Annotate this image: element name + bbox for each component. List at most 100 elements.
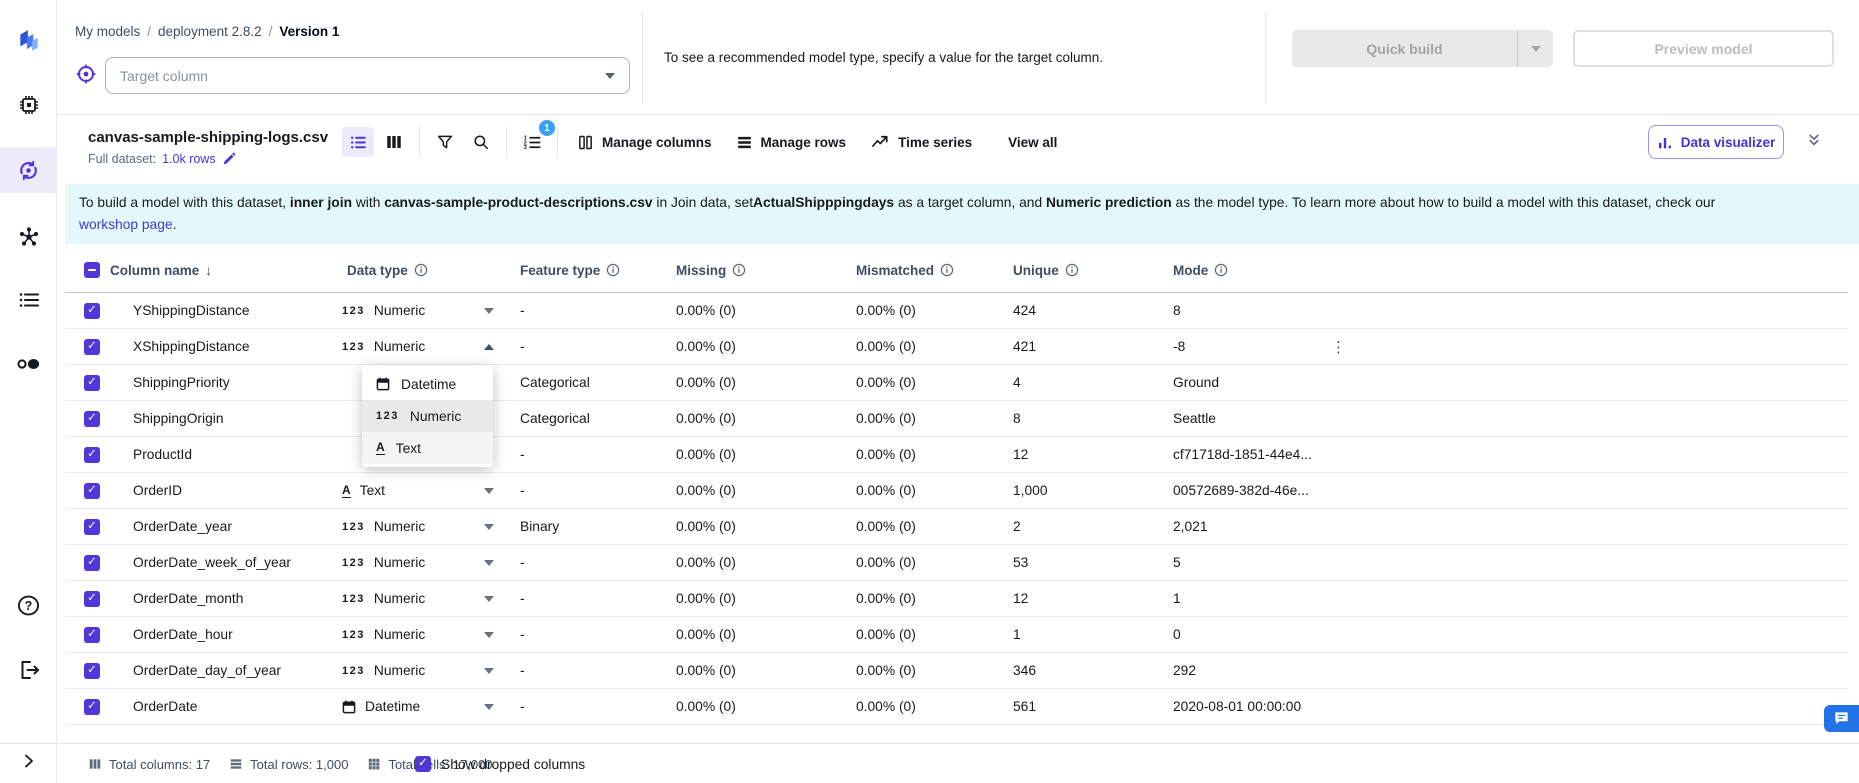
data-type-cell[interactable]: 123Numeric — [342, 663, 520, 678]
info-icon[interactable] — [732, 263, 746, 277]
data-type-chevron-up-icon[interactable] — [484, 344, 494, 350]
data-type-cell[interactable]: 123Numeric — [342, 591, 520, 606]
column-name-cell: YShippingDistance — [133, 303, 342, 318]
show-dropped-columns-checkbox[interactable]: ✓ — [415, 756, 431, 772]
missing-cell: 0.00% (0) — [676, 663, 856, 678]
custom-models-icon[interactable] — [0, 222, 57, 252]
grid-view-button[interactable] — [378, 127, 410, 157]
row-checkbox[interactable]: ✓ — [84, 627, 100, 643]
row-checkbox[interactable]: ✓ — [84, 519, 100, 535]
time-series-label: Time series — [898, 135, 972, 150]
sidebar-item-my-models[interactable] — [0, 147, 57, 193]
select-all-checkbox[interactable] — [84, 262, 100, 278]
list-view-button[interactable] — [342, 127, 374, 157]
manage-rows-icon — [736, 134, 753, 151]
row-actions-kebab-icon[interactable]: ⋮ — [1331, 329, 1346, 365]
info-icon[interactable] — [940, 263, 954, 277]
canvas-logo-icon — [16, 28, 42, 54]
data-type-chevron-down-icon[interactable] — [484, 308, 494, 314]
column-header-mismatched[interactable]: Mismatched — [856, 263, 1013, 278]
edit-pencil-icon[interactable] — [222, 152, 236, 166]
column-name-cell: XShippingDistance — [133, 339, 342, 354]
help-icon[interactable]: ? — [0, 590, 57, 620]
data-type-chevron-down-icon[interactable] — [484, 560, 494, 566]
text-type-icon: A — [342, 484, 351, 498]
sort-list-button[interactable]: 123 1 — [516, 127, 548, 157]
row-checkbox[interactable]: ✓ — [84, 447, 100, 463]
row-checkbox[interactable]: ✓ — [84, 555, 100, 571]
dropdown-item-numeric[interactable]: 123Numeric — [362, 400, 493, 432]
info-icon[interactable] — [414, 263, 428, 277]
column-header-mode[interactable]: Mode — [1173, 263, 1848, 278]
column-header-column-name[interactable]: Column name↓ — [110, 262, 342, 278]
cells-grid-icon — [367, 757, 381, 771]
row-checkbox[interactable]: ✓ — [84, 375, 100, 391]
table-row: ✓OrderDate_month123Numeric-0.00% (0)0.00… — [65, 581, 1848, 617]
missing-cell: 0.00% (0) — [676, 519, 856, 534]
canvas-logo-icon[interactable] — [0, 24, 57, 58]
data-visualizer-button[interactable]: Data visualizer — [1648, 125, 1784, 159]
row-checkbox[interactable]: ✓ — [84, 483, 100, 499]
info-icon[interactable] — [1065, 263, 1079, 277]
data-type-chevron-down-icon[interactable] — [484, 704, 494, 710]
quick-build-button[interactable]: Quick build — [1292, 30, 1553, 67]
missing-cell: 0.00% (0) — [676, 411, 856, 426]
unique-cell: 8 — [1013, 411, 1173, 426]
manage-rows-button[interactable]: Manage rows — [736, 134, 847, 151]
chat-widget-button[interactable] — [1824, 705, 1859, 732]
datasets-icon[interactable] — [0, 285, 57, 315]
sort-descending-icon[interactable]: ↓ — [205, 262, 212, 278]
data-type-cell[interactable]: 123Numeric — [342, 339, 520, 354]
collapse-double-chevron-icon[interactable] — [1805, 132, 1823, 155]
filter-button[interactable] — [429, 127, 461, 157]
data-type-cell[interactable]: 123Numeric — [342, 627, 520, 642]
unique-cell: 2 — [1013, 519, 1173, 534]
row-checkbox[interactable]: ✓ — [84, 411, 100, 427]
numeric-type-icon: 123 — [342, 557, 365, 569]
column-header-missing[interactable]: Missing — [676, 263, 856, 278]
compute-icon[interactable] — [0, 90, 57, 120]
workshop-page-link[interactable]: workshop page — [79, 217, 173, 232]
row-checkbox[interactable]: ✓ — [84, 339, 100, 355]
search-button[interactable] — [465, 127, 497, 157]
breadcrumb-my-models[interactable]: My models — [75, 24, 140, 39]
data-type-chevron-down-icon[interactable] — [484, 488, 494, 494]
unique-cell: 1,000 — [1013, 483, 1173, 498]
info-icon[interactable] — [606, 263, 620, 277]
mismatched-cell: 0.00% (0) — [856, 663, 1013, 678]
preview-model-button[interactable]: Preview model — [1573, 30, 1834, 67]
data-type-chevron-down-icon[interactable] — [484, 668, 494, 674]
data-type-cell[interactable]: Datetime — [342, 699, 520, 714]
target-column-select[interactable]: Target column — [105, 57, 630, 94]
data-type-cell[interactable]: 123Numeric — [342, 555, 520, 570]
unique-cell: 4 — [1013, 375, 1173, 390]
total-columns-stat: Total columns: 17 — [88, 757, 210, 772]
row-checkbox[interactable]: ✓ — [84, 591, 100, 607]
expand-sidebar-button[interactable] — [0, 748, 57, 774]
data-type-chevron-down-icon[interactable] — [484, 524, 494, 530]
data-type-chevron-down-icon[interactable] — [484, 632, 494, 638]
missing-cell: 0.00% (0) — [676, 447, 856, 462]
breadcrumb-deployment[interactable]: deployment 2.8.2 — [158, 24, 262, 39]
automations-icon[interactable] — [0, 349, 57, 379]
data-type-chevron-down-icon[interactable] — [484, 596, 494, 602]
dropdown-item-text[interactable]: AText — [362, 432, 493, 464]
column-header-data-type[interactable]: Data type — [347, 263, 520, 278]
dropdown-item-datetime[interactable]: Datetime — [362, 368, 493, 400]
column-header-unique[interactable]: Unique — [1013, 263, 1173, 278]
data-type-cell[interactable]: 123Numeric — [342, 519, 520, 534]
row-checkbox[interactable]: ✓ — [84, 303, 100, 319]
data-type-cell[interactable]: 123Numeric — [342, 303, 520, 318]
column-header-feature-type[interactable]: Feature type — [520, 263, 676, 278]
data-type-cell[interactable]: AText — [342, 483, 520, 498]
mode-cell: Seattle — [1173, 411, 1848, 426]
row-checkbox[interactable]: ✓ — [84, 699, 100, 715]
manage-columns-button[interactable]: Manage columns — [577, 134, 712, 151]
info-icon[interactable] — [1214, 263, 1228, 277]
view-all-button[interactable]: View all — [1008, 135, 1057, 150]
rows-count-link[interactable]: 1.0k rows — [162, 152, 216, 166]
row-checkbox[interactable]: ✓ — [84, 663, 100, 679]
quick-build-dropdown[interactable] — [1517, 30, 1553, 67]
time-series-button[interactable]: Time series — [870, 133, 972, 151]
logout-icon[interactable] — [0, 655, 57, 685]
